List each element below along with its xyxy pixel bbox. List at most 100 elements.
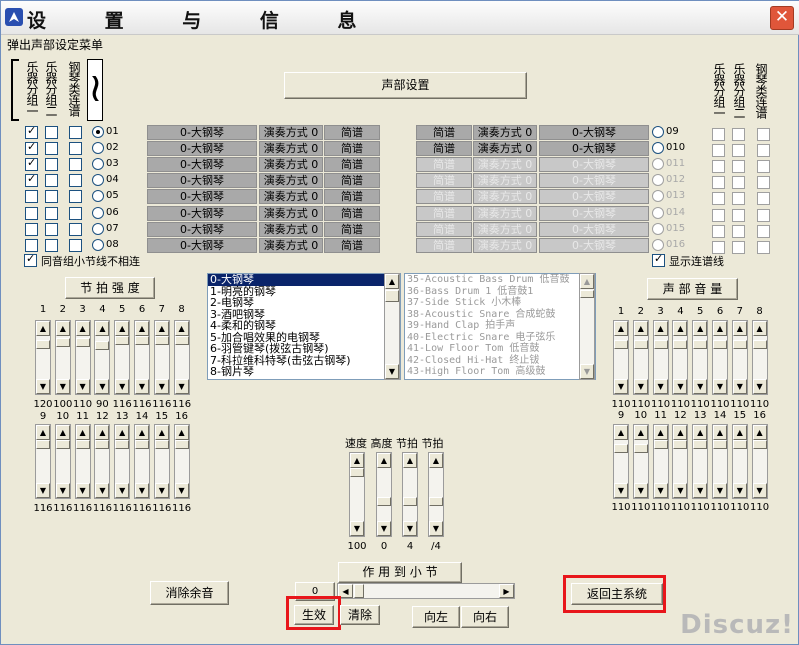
group2-checkbox[interactable]	[732, 160, 745, 174]
slider-thumb[interactable]	[633, 339, 648, 349]
instrument-cell[interactable]: 0-大钢琴	[147, 157, 257, 173]
center-slider[interactable]: ▲ ▼	[402, 452, 418, 537]
slider-up-arrow[interactable]: ▲	[693, 425, 708, 440]
group2-checkbox[interactable]	[45, 206, 58, 220]
piano-link-checkbox[interactable]	[757, 224, 770, 238]
slider-up-arrow[interactable]: ▲	[55, 321, 70, 336]
notation-cell[interactable]: 简谱	[324, 125, 380, 140]
slider-down-arrow[interactable]: ▼	[55, 379, 70, 394]
instrument-cell[interactable]: 0-大钢琴	[147, 221, 257, 237]
slider-down-arrow[interactable]: ▼	[732, 483, 747, 498]
group1-checkbox[interactable]	[25, 206, 38, 220]
instrument-cell[interactable]: 0-大钢琴	[147, 189, 257, 205]
slider-down-arrow[interactable]: ▼	[350, 521, 364, 536]
slider-thumb[interactable]	[350, 468, 364, 477]
level-slider[interactable]: ▲ ▼	[731, 424, 748, 499]
level-slider[interactable]: ▲ ▼	[672, 424, 689, 499]
slider-up-arrow[interactable]: ▲	[673, 425, 688, 440]
center-slider[interactable]: ▲ ▼	[428, 452, 444, 537]
slider-up-arrow[interactable]: ▲	[135, 425, 149, 440]
slider-up-arrow[interactable]: ▲	[429, 453, 443, 468]
level-slider[interactable]: ▲ ▼	[134, 424, 150, 499]
slider-down-arrow[interactable]: ▼	[673, 379, 688, 394]
group2-checkbox[interactable]	[45, 174, 58, 188]
voice-radio[interactable]	[652, 222, 664, 235]
instrument-cell[interactable]: 0-大钢琴	[147, 205, 257, 221]
drum-list-item[interactable]: 40-Electric Snare 电子弦乐	[405, 332, 595, 344]
voice-radio[interactable]	[652, 206, 664, 219]
slider-down-arrow[interactable]: ▼	[154, 483, 169, 498]
piano-link-checkbox[interactable]	[757, 240, 770, 254]
slider-down-arrow[interactable]: ▼	[633, 379, 648, 394]
bar-scrollbar[interactable]: ◀ ▶	[337, 583, 515, 599]
move-left-button[interactable]: 向左	[412, 606, 460, 628]
slider-thumb[interactable]	[614, 339, 628, 349]
slider-up-arrow[interactable]: ▲	[115, 321, 130, 336]
piano-link-checkbox[interactable]	[69, 174, 82, 188]
center-slider[interactable]: ▲ ▼	[349, 452, 365, 537]
group2-checkbox[interactable]	[45, 158, 58, 172]
play-mode-cell[interactable]: 演奏方式 0	[473, 157, 537, 173]
slider-up-arrow[interactable]: ▲	[154, 425, 169, 440]
group1-checkbox[interactable]	[712, 224, 725, 238]
level-slider[interactable]: ▲ ▼	[712, 320, 728, 395]
level-slider[interactable]: ▲ ▼	[173, 320, 190, 395]
slider-thumb[interactable]	[55, 440, 70, 449]
instrument-cell[interactable]: 0-大钢琴	[539, 237, 649, 253]
slider-up-arrow[interactable]: ▲	[95, 425, 110, 440]
slider-up-arrow[interactable]: ▲	[55, 425, 70, 440]
drum-list-scrollbar[interactable]: ▲ ▼	[579, 273, 595, 380]
slider-thumb[interactable]	[174, 336, 189, 345]
piano-link-checkbox[interactable]	[757, 192, 770, 206]
instrument-cell[interactable]: 0-大钢琴	[539, 157, 649, 173]
slider-down-arrow[interactable]: ▼	[55, 483, 70, 498]
slider-down-arrow[interactable]: ▼	[614, 483, 628, 498]
piano-link-checkbox[interactable]	[757, 144, 770, 158]
clear-residual-button[interactable]: 消除余音	[150, 581, 229, 605]
slider-down-arrow[interactable]: ▼	[403, 521, 417, 536]
slider-up-arrow[interactable]: ▲	[752, 425, 767, 440]
drum-list-item[interactable]: 38-Acoustic Snare 合成蛇鼓	[405, 309, 595, 321]
play-mode-cell[interactable]: 演奏方式 0	[259, 141, 323, 157]
voice-radio[interactable]	[92, 238, 104, 251]
instrument-cell[interactable]: 0-大钢琴	[147, 173, 257, 189]
voice-radio[interactable]	[92, 190, 104, 203]
bar-unlink-checkbox[interactable]	[24, 252, 37, 267]
instrument-list-item[interactable]: 2-电钢琴	[208, 297, 400, 309]
group1-checkbox[interactable]	[712, 192, 725, 206]
group1-checkbox[interactable]	[712, 208, 725, 222]
group1-checkbox[interactable]	[712, 176, 725, 190]
play-mode-cell[interactable]: 演奏方式 0	[259, 189, 323, 205]
slider-up-arrow[interactable]: ▲	[403, 453, 417, 468]
instrument-cell[interactable]: 0-大钢琴	[539, 189, 649, 205]
slider-up-arrow[interactable]: ▲	[75, 425, 90, 440]
level-slider[interactable]: ▲ ▼	[54, 424, 71, 499]
level-slider[interactable]: ▲ ▼	[153, 424, 170, 499]
voice-radio[interactable]	[652, 158, 664, 171]
slider-up-arrow[interactable]: ▲	[174, 425, 189, 440]
group2-checkbox[interactable]	[45, 238, 58, 252]
level-slider[interactable]: ▲ ▼	[94, 320, 111, 395]
voice-radio[interactable]	[92, 158, 104, 171]
instrument-cell[interactable]: 0-大钢琴	[147, 125, 257, 140]
slider-up-arrow[interactable]: ▲	[653, 321, 668, 336]
instrument-cell[interactable]: 0-大钢琴	[539, 205, 649, 221]
slider-thumb[interactable]	[403, 497, 417, 506]
play-mode-cell[interactable]: 演奏方式 0	[259, 205, 323, 221]
piano-link-checkbox[interactable]	[757, 208, 770, 222]
notation-cell[interactable]: 简谱	[324, 173, 380, 189]
piano-link-checkbox[interactable]	[757, 160, 770, 174]
slider-thumb[interactable]	[135, 440, 149, 449]
piano-link-checkbox[interactable]	[757, 128, 770, 141]
notation-cell[interactable]: 简谱	[324, 205, 380, 221]
slider-down-arrow[interactable]: ▼	[154, 379, 169, 394]
level-slider[interactable]: ▲ ▼	[632, 320, 649, 395]
slider-thumb[interactable]	[633, 443, 648, 453]
group1-checkbox[interactable]	[25, 238, 38, 252]
slider-down-arrow[interactable]: ▼	[713, 379, 727, 394]
notation-cell[interactable]: 简谱	[416, 141, 472, 157]
slider-down-arrow[interactable]: ▼	[653, 483, 668, 498]
piano-link-checkbox[interactable]	[69, 126, 82, 139]
level-slider[interactable]: ▲ ▼	[751, 320, 768, 395]
slider-down-arrow[interactable]: ▼	[95, 379, 110, 394]
